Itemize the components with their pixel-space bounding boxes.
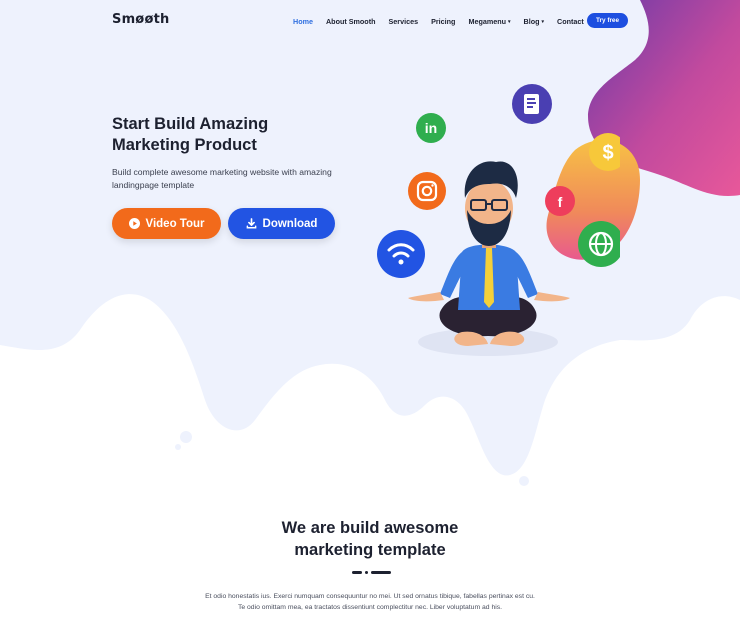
section-body: Et odio honestatis ius. Exerci numquam c… xyxy=(205,593,535,611)
section-divider xyxy=(352,571,391,574)
dollar-icon: $ xyxy=(589,133,620,171)
meditating-man-illustration: in $ f xyxy=(377,84,620,356)
main-nav: Home About Smooth Services Pricing Megam… xyxy=(293,17,597,26)
video-tour-button[interactable]: Video Tour xyxy=(112,208,221,239)
svg-text:f: f xyxy=(558,194,563,210)
download-icon xyxy=(246,218,257,229)
chevron-down-icon: ▾ xyxy=(508,18,511,25)
facebook-icon: f xyxy=(545,186,575,216)
nav-item-about[interactable]: About Smooth xyxy=(326,17,376,26)
play-icon xyxy=(128,218,140,229)
hero-subtitle: Build complete awesome marketing website… xyxy=(112,167,332,190)
try-free-button[interactable]: Try free xyxy=(587,13,628,28)
nav-item-services[interactable]: Services xyxy=(389,17,419,26)
linkedin-icon: in xyxy=(416,113,446,143)
download-button[interactable]: Download xyxy=(228,208,335,239)
left-hand xyxy=(408,292,444,302)
svg-text:in: in xyxy=(425,120,437,136)
nav-item-contact[interactable]: Contact xyxy=(557,17,584,26)
globe-icon xyxy=(578,221,620,267)
logo[interactable]: Smøøth xyxy=(112,12,169,27)
section-title: We are build awesome marketing template xyxy=(281,519,459,559)
nav-item-blog[interactable]: Blog ▾ xyxy=(524,17,544,26)
svg-text:$: $ xyxy=(602,142,613,164)
chevron-down-icon: ▾ xyxy=(541,18,544,25)
wifi-icon xyxy=(377,230,425,278)
nav-item-home[interactable]: Home xyxy=(293,17,313,26)
right-hand xyxy=(534,292,570,302)
instagram-icon xyxy=(408,172,446,210)
document-icon xyxy=(512,84,552,124)
hero-title: Start Build Amazing Marketing Product xyxy=(112,115,269,154)
nav-item-megamenu[interactable]: Megamenu ▾ xyxy=(468,17,510,26)
nav-item-pricing[interactable]: Pricing xyxy=(431,17,455,26)
